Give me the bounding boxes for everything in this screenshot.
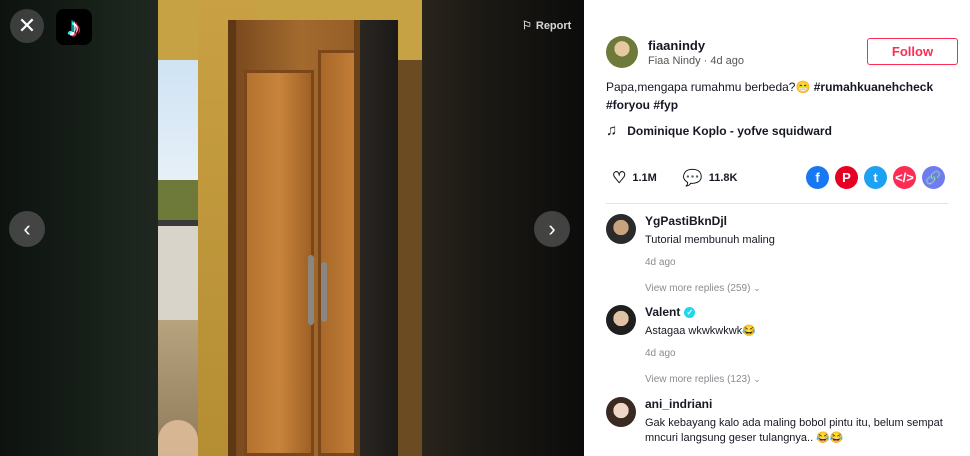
facebook-share-icon[interactable]: f (806, 166, 829, 189)
verified-badge-icon: ✓ (684, 306, 696, 318)
like-button[interactable]: ♡ 1.1M (612, 168, 657, 188)
author-avatar[interactable] (606, 36, 638, 68)
comment-icon: 💬 (682, 170, 703, 187)
chevron-down-icon: ⌄ (753, 374, 761, 384)
view-more-replies[interactable]: View more replies (123) ⌄ (645, 374, 955, 385)
hashtag-link[interactable]: #rumahkuanehcheck (814, 80, 933, 94)
music-title: Dominique Koplo - yofve squidward (627, 123, 832, 138)
heart-icon: ♡ (612, 170, 627, 187)
chevron-left-icon: ‹ (23, 216, 31, 241)
author-username[interactable]: fiaanindy (648, 38, 744, 53)
share-buttons: f P t </> 🔗 (806, 166, 945, 189)
music-link[interactable]: ♫ Dominique Koplo - yofve squidward (606, 122, 832, 139)
hashtag-link[interactable]: #fyp (653, 98, 678, 112)
comment-text: Astagaa wkwkwkwk😂 (645, 325, 756, 337)
comment-text: Tutorial membunuh maling (645, 234, 775, 246)
pinterest-share-icon[interactable]: P (835, 166, 858, 189)
follow-button[interactable]: Follow (867, 38, 958, 65)
music-note-icon: ♫ (606, 122, 618, 139)
close-button[interactable]: ✕ (10, 9, 44, 43)
door-left (244, 70, 314, 456)
comment-time: 4d ago (645, 257, 676, 268)
comment-button[interactable]: 💬 11.8K (683, 168, 738, 188)
report-label: Report (535, 19, 572, 32)
comment-text: Gak kebayang kalo ada maling bobol pintu… (645, 417, 943, 444)
copy-link-icon[interactable]: 🔗 (922, 166, 945, 189)
chevron-right-icon: › (548, 216, 556, 241)
previous-video-button[interactable]: ‹ (9, 211, 45, 247)
twitter-share-icon[interactable]: t (864, 166, 887, 189)
door-handle (308, 255, 314, 325)
post-caption: Papa,mengapa rumahmu berbeda?😁 #rumahkua… (606, 78, 946, 114)
commenter-username[interactable]: YgPastiBknDjl (645, 214, 955, 228)
embed-share-icon[interactable]: </> (893, 166, 916, 189)
chevron-down-icon: ⌄ (753, 283, 761, 293)
door-handle (321, 262, 327, 322)
caption-text: Papa,mengapa rumahmu berbeda?😁 (606, 80, 814, 94)
author-display-line: Fiaa Nindy · 4d ago (648, 54, 744, 67)
report-button[interactable]: ⚐ Report (522, 19, 572, 33)
commenter-avatar[interactable] (606, 397, 636, 427)
like-count: 1.1M (632, 172, 657, 184)
commenter-avatar[interactable] (606, 305, 636, 335)
commenter-username[interactable]: Valent ✓ (645, 305, 955, 319)
divider (606, 203, 948, 204)
video-stage: ✕ ♪ ⚐ Report ‹ › (0, 0, 584, 456)
commenter-username[interactable]: ani_indriani (645, 397, 955, 411)
commenter-avatar[interactable] (606, 214, 636, 244)
next-video-button[interactable]: › (534, 211, 570, 247)
view-more-replies[interactable]: View more replies (259) ⌄ (645, 283, 955, 294)
hashtag-link[interactable]: #foryou (606, 98, 650, 112)
author-info[interactable]: fiaanindy Fiaa Nindy · 4d ago (606, 36, 744, 68)
video-frame[interactable] (158, 0, 422, 456)
close-icon: ✕ (17, 13, 37, 38)
flag-icon: ⚐ (522, 20, 532, 32)
tiktok-logo[interactable]: ♪ (56, 9, 92, 45)
comment-count: 11.8K (708, 172, 738, 184)
details-panel: fiaanindy Fiaa Nindy · 4d ago Follow Pap… (584, 0, 970, 456)
finger (158, 420, 198, 456)
engagement-stats: ♡ 1.1M 💬 11.8K (612, 168, 737, 188)
glass-panel (354, 20, 398, 456)
comment-time: 4d ago (645, 348, 676, 359)
